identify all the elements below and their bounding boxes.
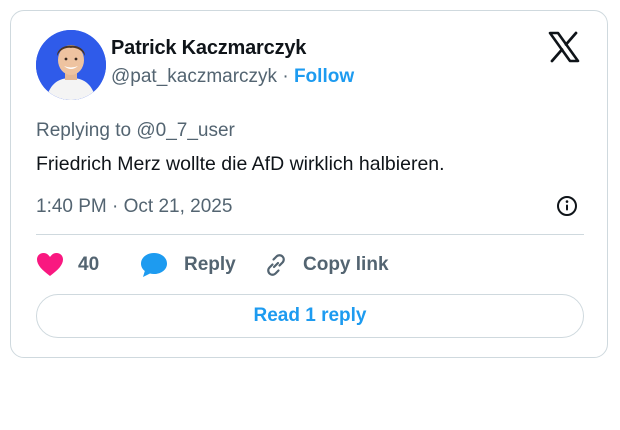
like-count: 40 (78, 254, 100, 275)
copy-link-label: Copy link (303, 254, 389, 275)
copy-link-button[interactable]: Copy link (263, 250, 389, 280)
link-icon (267, 254, 285, 276)
read-replies-button[interactable]: Read 1 reply (36, 294, 584, 338)
replying-mention[interactable]: @0_7_user (136, 120, 235, 141)
avatar[interactable] (36, 30, 106, 100)
author-handle[interactable]: @pat_kaczmarczyk (111, 66, 277, 87)
like-button[interactable]: 40 (36, 250, 99, 280)
info-icon[interactable] (556, 195, 578, 217)
x-logo-icon[interactable] (548, 31, 580, 63)
tweet-timestamp[interactable]: 1:40 PM · Oct 21, 2025 (36, 196, 232, 218)
author-name[interactable]: Patrick Kaczmarczyk (111, 37, 306, 60)
separator: · (282, 66, 289, 87)
tweet-card: Patrick Kaczmarczyk @pat_kaczmarczyk · F… (10, 10, 608, 358)
replying-prefix: Replying to (36, 120, 132, 141)
speech-bubble-icon (141, 253, 167, 277)
tweet-text: Friedrich Merz wollte die AfD wirklich h… (36, 153, 445, 175)
avatar-image (36, 30, 106, 100)
replying-to: Replying to @0_7_user (36, 120, 235, 142)
divider (36, 234, 584, 235)
heart-icon (37, 253, 63, 276)
reply-label: Reply (184, 254, 236, 275)
author-handle-row: @pat_kaczmarczyk · Follow (111, 66, 354, 88)
follow-button[interactable]: Follow (294, 66, 354, 87)
reply-button[interactable]: Reply (139, 250, 236, 280)
